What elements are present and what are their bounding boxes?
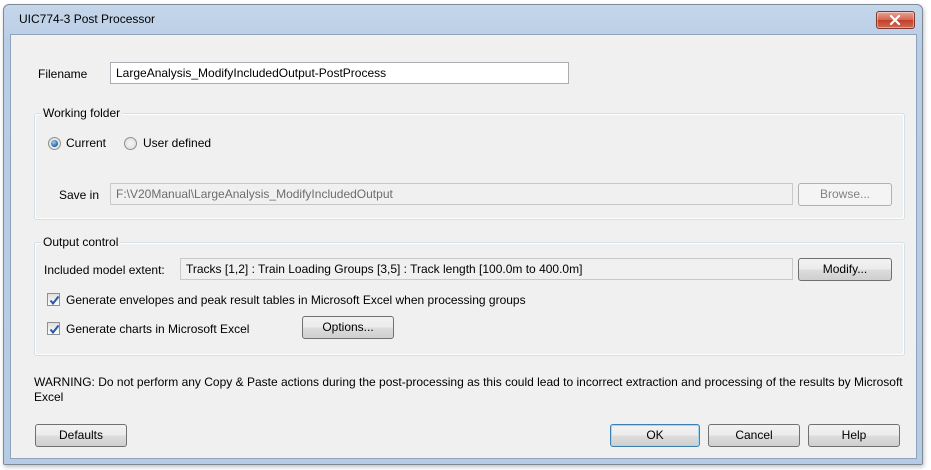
included-extent-label: Included model extent:: [44, 263, 165, 277]
radio-user-defined-label[interactable]: User defined: [143, 136, 211, 150]
defaults-button[interactable]: Defaults: [35, 424, 127, 447]
close-button[interactable]: [876, 11, 915, 29]
filename-label: Filename: [38, 67, 88, 81]
generate-envelopes-checkbox[interactable]: [47, 293, 60, 306]
options-button[interactable]: Options...: [302, 316, 394, 339]
title-bar[interactable]: UIC774-3 Post Processor: [4, 5, 922, 33]
generate-envelopes-label[interactable]: Generate envelopes and peak result table…: [66, 293, 526, 307]
checkmark-icon: [49, 324, 60, 335]
help-button[interactable]: Help: [808, 424, 900, 447]
radio-current[interactable]: [48, 137, 61, 150]
radio-selected-dot: [51, 140, 58, 147]
modify-button[interactable]: Modify...: [798, 258, 892, 281]
dialog-window: UIC774-3 Post Processor Filename LargeAn…: [3, 4, 923, 465]
save-in-field: F:\V20Manual\LargeAnalysis_ModifyInclude…: [110, 183, 793, 205]
included-extent-field: Tracks [1,2] : Train Loading Groups [3,5…: [180, 258, 793, 280]
save-in-label: Save in: [59, 188, 100, 202]
generate-charts-checkbox[interactable]: [47, 322, 60, 335]
browse-button[interactable]: Browse...: [798, 183, 892, 206]
radio-current-label[interactable]: Current: [66, 136, 106, 150]
window-title: UIC774-3 Post Processor: [19, 12, 156, 26]
cancel-button[interactable]: Cancel: [708, 424, 800, 447]
output-control-title: Output control: [41, 235, 121, 249]
radio-user-defined[interactable]: [124, 137, 137, 150]
warning-text: WARNING: Do not perform any Copy & Paste…: [34, 375, 903, 404]
generate-charts-label[interactable]: Generate charts in Microsoft Excel: [66, 322, 249, 336]
dialog-body: Filename LargeAnalysis_ModifyIncludedOut…: [10, 34, 917, 459]
working-folder-title: Working folder: [41, 106, 123, 120]
checkmark-icon: [49, 295, 60, 306]
filename-input[interactable]: LargeAnalysis_ModifyIncludedOutput-PostP…: [110, 62, 569, 84]
close-icon: [889, 15, 901, 25]
ok-button[interactable]: OK: [610, 424, 700, 447]
